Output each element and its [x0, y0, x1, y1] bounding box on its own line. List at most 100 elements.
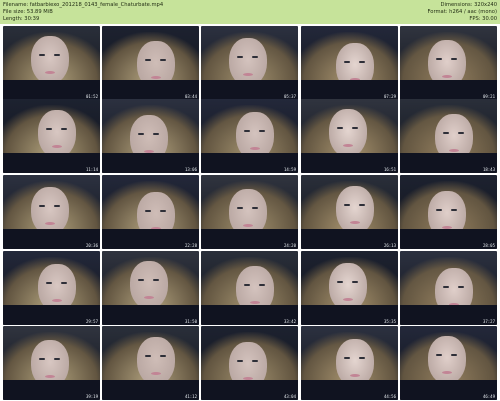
thumbnail-lips — [350, 374, 360, 377]
thumbnail-eye — [451, 354, 457, 356]
thumbnail-timestamp: 14:59 — [283, 167, 296, 172]
thumbnail[interactable]: 39:19 — [3, 326, 100, 400]
thumbnail-eye — [153, 279, 159, 281]
thumbnail[interactable]: 41:12 — [102, 326, 199, 400]
thumbnail[interactable]: 03:44 — [102, 26, 199, 100]
thumbnail-eye — [359, 357, 365, 359]
thumbnail-eye — [352, 127, 358, 129]
thumbnail-eye — [138, 279, 144, 281]
thumbnail[interactable]: 07:29 — [301, 26, 398, 100]
thumbnail-face — [428, 336, 466, 384]
thumbnail-eye — [451, 58, 457, 60]
thumbnail-eye — [344, 204, 350, 206]
thumbnail[interactable]: 22:28 — [102, 175, 199, 249]
thumbnail[interactable]: 35:35 — [301, 251, 398, 325]
thumbnail-eye — [436, 354, 442, 356]
thumbnail-face — [130, 261, 168, 309]
thumbnail-eye — [259, 284, 265, 286]
thumbnail-eye — [46, 128, 52, 130]
thumbnail[interactable]: 14:59 — [201, 99, 298, 173]
thumbnail-timestamp: 20:36 — [85, 243, 98, 248]
thumbnail-eye — [39, 205, 45, 207]
thumbnail-face — [336, 186, 374, 234]
thumbnail-timestamp: 29:57 — [85, 319, 98, 324]
thumbnail[interactable]: 37:27 — [400, 251, 497, 325]
thumbnail[interactable]: 24:20 — [201, 175, 298, 249]
info-left: Filename: fatbarbiexo_201218_0143_female… — [3, 2, 163, 23]
thumbnail-lips — [243, 73, 253, 76]
thumbnail-eye — [436, 58, 442, 60]
thumbnail[interactable]: 31:50 — [102, 251, 199, 325]
thumbnail[interactable]: 16:51 — [301, 99, 398, 173]
thumbnail[interactable]: 43:04 — [201, 326, 298, 400]
thumbnail-lips — [449, 149, 459, 152]
thumbnail[interactable]: 11:14 — [3, 99, 100, 173]
thumbnail-eye — [237, 56, 243, 58]
thumbnail-lips — [350, 221, 360, 224]
thumbnail-lips — [151, 76, 161, 79]
thumbnail-lips — [45, 375, 55, 378]
thumbnail-lips — [442, 371, 452, 374]
thumbnail-eye — [458, 132, 464, 134]
thumbnail-timestamp: 46:49 — [482, 394, 495, 399]
thumbnail-timestamp: 37:27 — [482, 319, 495, 324]
thumbnail-eye — [39, 54, 45, 56]
thumbnail-timestamp: 31:50 — [184, 319, 197, 324]
thumbnail-eye — [145, 59, 151, 61]
info-header: Filename: fatbarbiexo_201218_0143_female… — [0, 0, 500, 24]
thumbnail-timestamp: 28:05 — [482, 243, 495, 248]
thumbnail[interactable]: 01:52 — [3, 26, 100, 100]
thumbnail-lips — [45, 222, 55, 225]
thumbnail-timestamp: 33:42 — [283, 319, 296, 324]
thumbnail-eye — [153, 133, 159, 135]
thumbnail[interactable]: 29:57 — [3, 251, 100, 325]
thumbnail-eye — [458, 286, 464, 288]
thumbnail-lips — [45, 71, 55, 74]
thumbnail-eye — [138, 133, 144, 135]
thumbnail-timestamp: 35:35 — [383, 319, 396, 324]
thumbnail-eye — [160, 59, 166, 61]
thumbnail-eye — [443, 286, 449, 288]
thumbnail[interactable]: 09:21 — [400, 26, 497, 100]
thumbnail-face — [31, 36, 69, 84]
thumbnail[interactable]: 46:49 — [400, 326, 497, 400]
thumbnail-eye — [237, 207, 243, 209]
thumbnail-eye — [237, 360, 243, 362]
thumbnail-eye — [160, 355, 166, 357]
length-label: Length: 30:39 — [3, 16, 40, 22]
thumbnail[interactable]: 20:36 — [3, 175, 100, 249]
thumbnail-lips — [250, 301, 260, 304]
thumbnail-face — [137, 337, 175, 385]
thumbnail[interactable]: 26:13 — [301, 175, 398, 249]
thumbnail-eye — [352, 281, 358, 283]
thumbnail-eye — [443, 132, 449, 134]
thumbnail-eye — [252, 56, 258, 58]
thumbnail-face — [229, 38, 267, 86]
thumbnail[interactable]: 44:56 — [301, 326, 398, 400]
thumbnail-timestamp: 11:14 — [85, 167, 98, 172]
thumbnail-face — [329, 109, 367, 157]
thumbnail[interactable]: 33:42 — [201, 251, 298, 325]
thumbnail-eye — [337, 127, 343, 129]
thumbnail-timestamp: 18:43 — [482, 167, 495, 172]
thumbnail-eye — [61, 282, 67, 284]
thumbnail-eye — [436, 209, 442, 211]
thumbnail[interactable]: 18:43 — [400, 99, 497, 173]
thumbnail-eye — [344, 357, 350, 359]
thumbnail-timestamp: 16:51 — [383, 167, 396, 172]
thumbnail-timestamp: 41:12 — [184, 394, 197, 399]
thumbnail-timestamp: 44:56 — [383, 394, 396, 399]
thumbnail[interactable]: 28:05 — [400, 175, 497, 249]
thumbnail-lips — [52, 145, 62, 148]
filename-label: Filename: fatbarbiexo_201218_0143_female… — [3, 2, 164, 8]
filesize-label: File size: 53.89 MiB — [3, 9, 53, 15]
thumbnail-eye — [46, 282, 52, 284]
thumbnail[interactable]: 05:37 — [201, 26, 298, 100]
thumbnail-timestamp: 26:13 — [383, 243, 396, 248]
thumbnail[interactable]: 13:06 — [102, 99, 199, 173]
thumbnail-eye — [54, 358, 60, 360]
thumbnail-timestamp: 43:04 — [283, 394, 296, 399]
thumbnail-eye — [54, 54, 60, 56]
thumbnail-face — [38, 110, 76, 158]
thumbnail-timestamp: 13:06 — [184, 167, 197, 172]
